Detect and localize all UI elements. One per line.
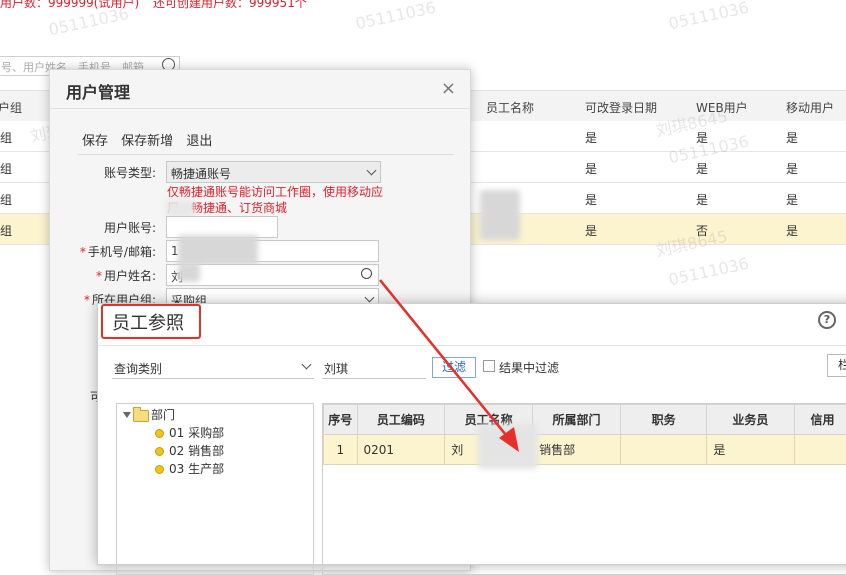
- arrow-line: [380, 280, 510, 440]
- annotation-arrow: [0, 0, 846, 552]
